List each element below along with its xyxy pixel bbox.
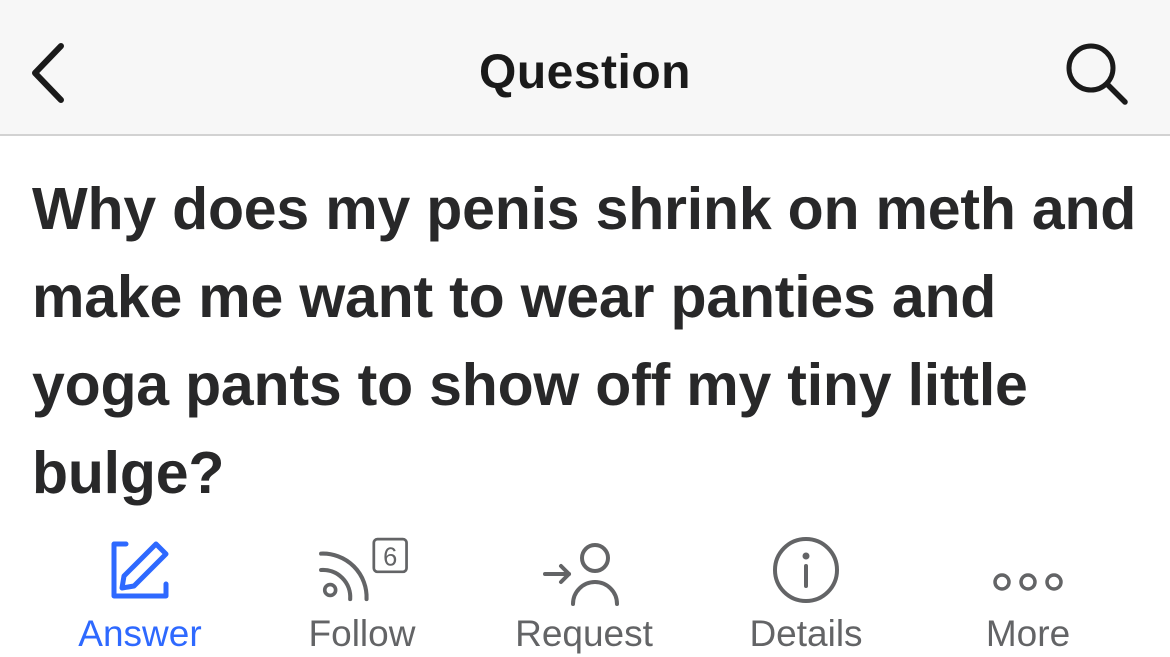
request-button[interactable]: Request <box>474 520 694 657</box>
answer-label: Answer <box>78 613 202 654</box>
follow-label: Follow <box>308 613 416 654</box>
follow-button[interactable]: 6 Follow <box>252 520 472 657</box>
follow-count-badge: 6 <box>383 543 397 571</box>
search-button[interactable] <box>1058 38 1134 108</box>
details-label: Details <box>749 613 863 654</box>
search-icon <box>1066 43 1128 105</box>
details-button[interactable]: Details <box>696 520 916 657</box>
question-title: Why does my penis shrink on meth and mak… <box>32 176 1137 506</box>
page-title: Question <box>478 46 691 99</box>
request-label: Request <box>515 613 653 654</box>
request-user-icon <box>543 543 619 606</box>
pencil-edit-icon <box>111 541 169 599</box>
rss-feed-icon: 6 <box>319 537 408 602</box>
question-action-bar: Answer 6 Follow Request Details More <box>0 520 1170 657</box>
more-dots-icon <box>993 573 1063 591</box>
answer-button[interactable]: Answer <box>30 520 250 657</box>
more-label: More <box>985 613 1071 654</box>
info-icon <box>773 537 839 603</box>
top-nav-bar: Question <box>0 0 1170 136</box>
more-button[interactable]: More <box>918 520 1138 657</box>
